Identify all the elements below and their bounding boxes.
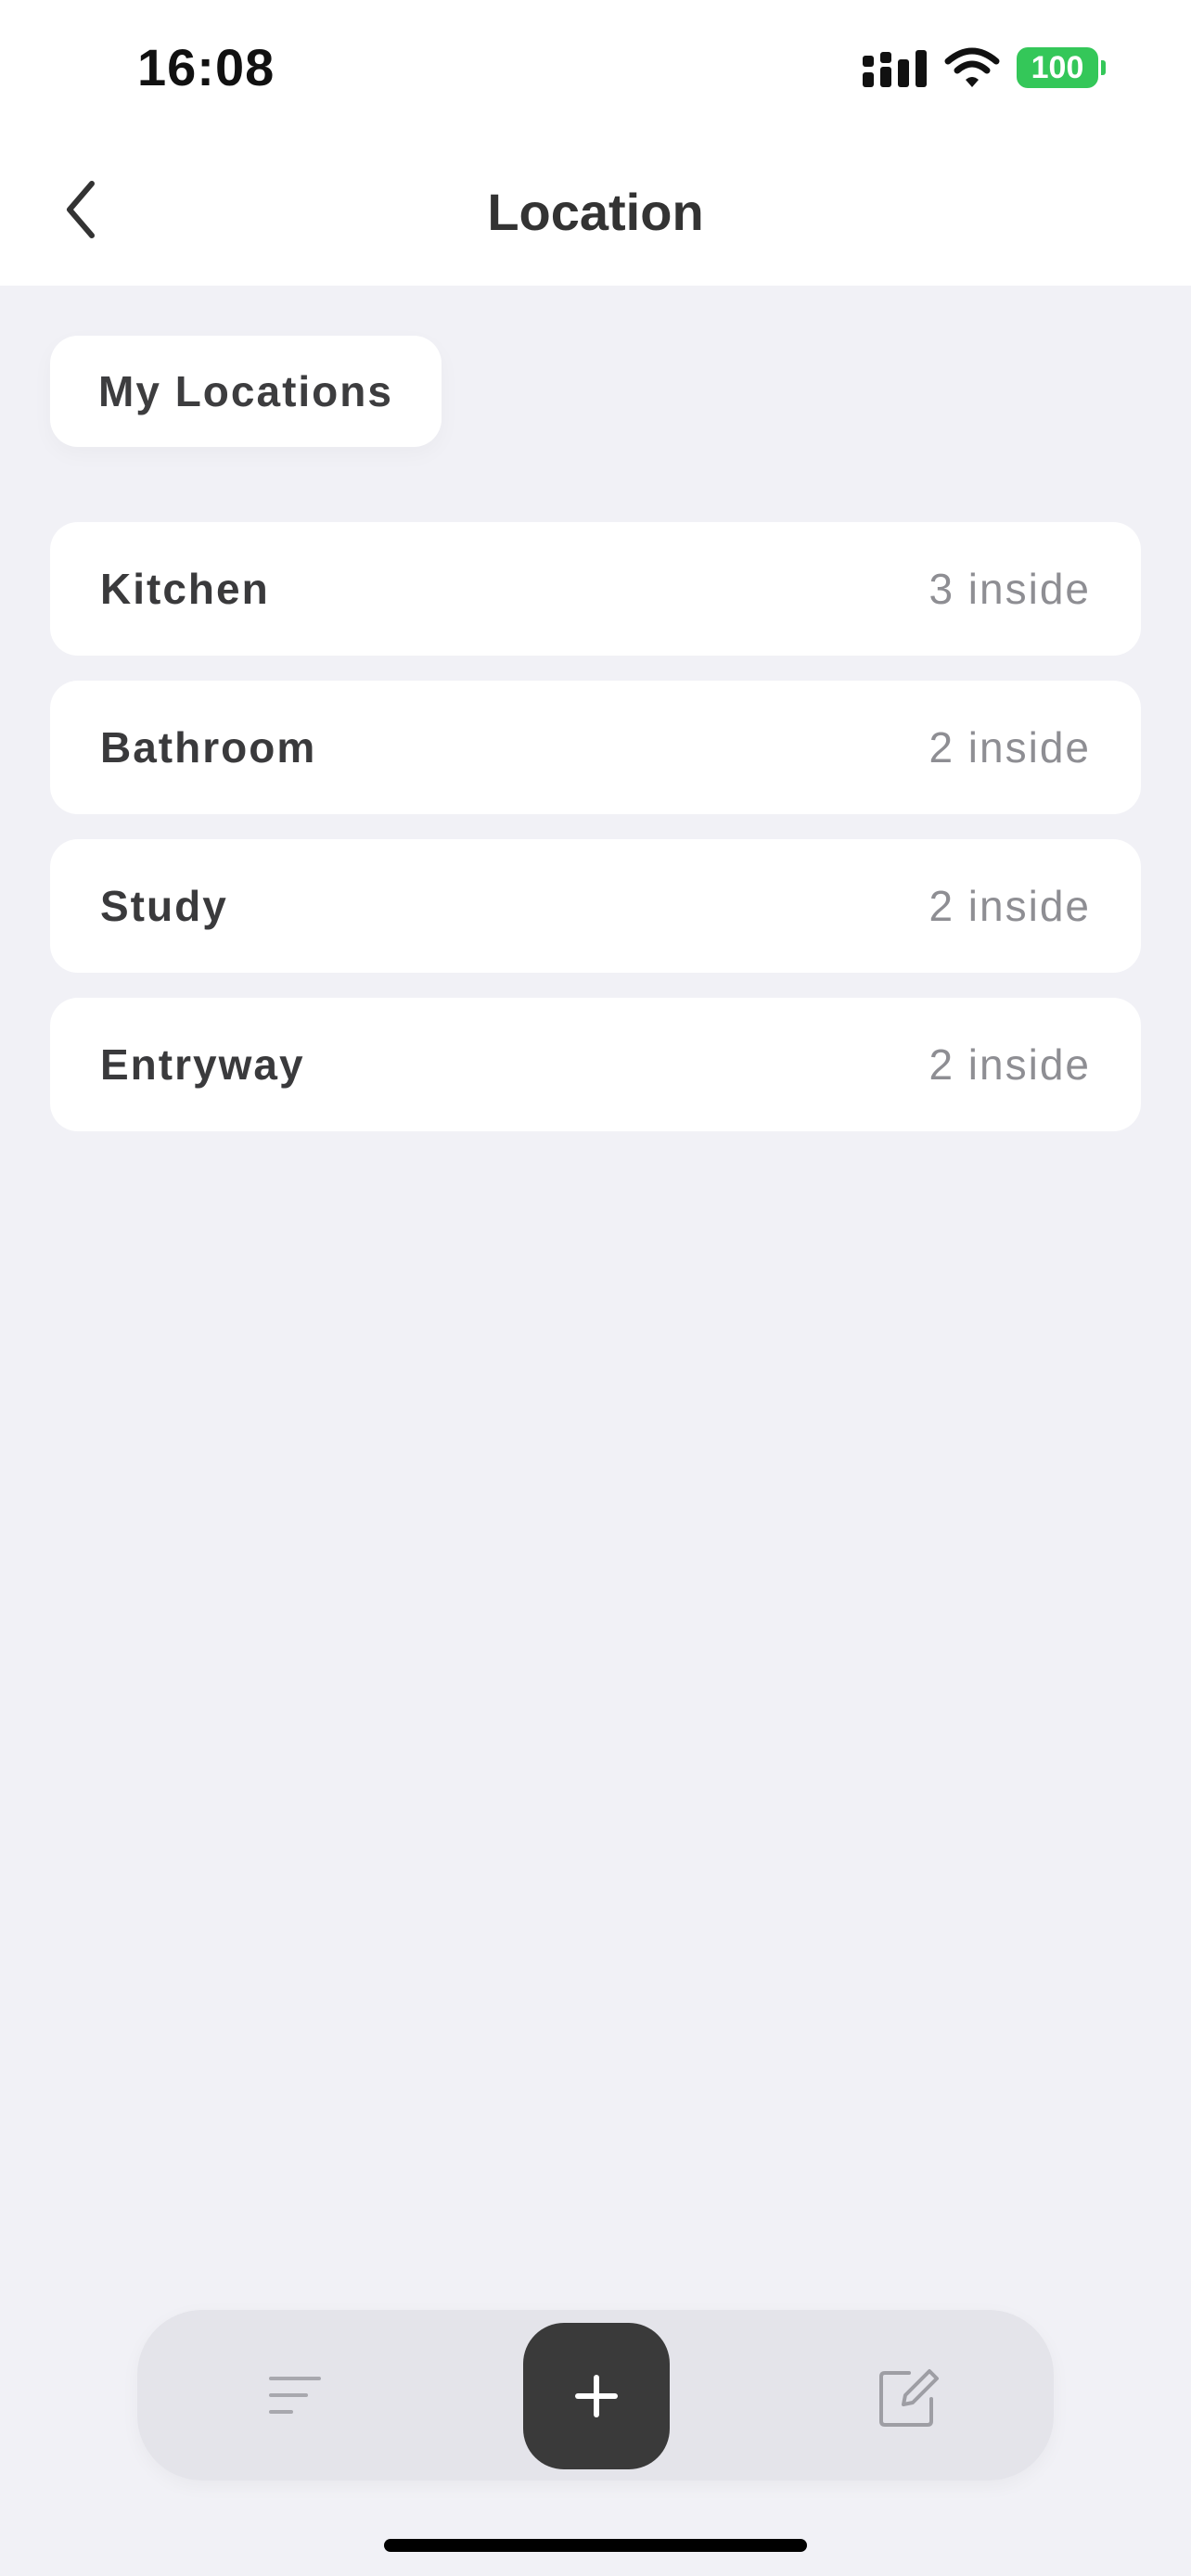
battery-icon: 100 [1017,47,1106,88]
sort-lines-icon [269,2377,321,2414]
navigation-bar: Location [0,139,1191,286]
location-name: Study [100,882,228,930]
edit-button[interactable] [870,2364,944,2429]
plus-icon [575,2375,618,2417]
location-row-bathroom[interactable]: Bathroom 2 inside [50,681,1141,814]
cellular-signal-icon [863,50,927,87]
battery-tip [1101,60,1106,75]
status-icons: 100 [863,45,1106,91]
location-row-kitchen[interactable]: Kitchen 3 inside [50,522,1141,656]
location-count: 2 inside [928,1040,1091,1089]
location-row-study[interactable]: Study 2 inside [50,839,1141,973]
location-count: 3 inside [928,565,1091,613]
location-name: Bathroom [100,723,317,772]
page-title: Location [487,183,704,241]
battery-level: 100 [1031,49,1084,85]
my-locations-tab[interactable]: My Locations [50,336,442,447]
wifi-icon [944,47,1000,87]
location-count: 2 inside [928,723,1091,772]
bottom-toolbar [137,2310,1054,2480]
location-count: 2 inside [928,882,1091,930]
add-location-button[interactable] [523,2323,670,2469]
status-bar: 16:08 100 [0,0,1191,139]
edit-square-icon [879,2369,939,2427]
status-time: 16:08 [137,38,275,96]
home-indicator [384,2539,807,2552]
location-name: Kitchen [100,565,270,613]
sort-button[interactable] [258,2364,332,2429]
location-name: Entryway [100,1040,305,1089]
location-list: Kitchen 3 inside Bathroom 2 inside Study… [50,522,1141,1156]
location-row-entryway[interactable]: Entryway 2 inside [50,998,1141,1131]
